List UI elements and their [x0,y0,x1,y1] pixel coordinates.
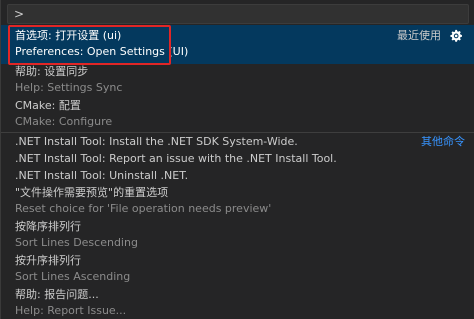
item-subtitle: CMake: Configure [15,115,113,128]
list-item-sort-ascending[interactable]: 按升序排列行 Sort Lines Ascending [1,253,474,287]
gear-icon[interactable] [449,29,463,43]
item-title: .NET Install Tool: Report an issue with … [15,152,337,165]
list-item-cmake-configure[interactable]: CMake: 配置 CMake: Configure [1,98,474,132]
list-item-open-settings-ui[interactable]: 首选项: 打开设置 (ui) Preferences: Open Setting… [1,25,474,64]
list-item-dotnet-uninstall[interactable]: .NET Install Tool: Uninstall .NET. [1,168,474,185]
item-title: 帮助: 设置同步 [15,65,89,78]
item-subtitle: Help: Report Issue... [15,304,127,317]
item-title: "文件操作需要预览"的重置选项 [15,186,169,199]
item-subtitle: Sort Lines Descending [15,236,138,249]
list-item-report-issue[interactable]: 帮助: 报告问题... Help: Report Issue... [1,287,474,319]
item-title: 按降序排列行 [15,220,81,233]
item-subtitle: Reset choice for 'File operation needs p… [15,202,272,215]
recently-used-label: 最近使用 [397,29,441,42]
section-divider [1,132,474,133]
list-item-sort-descending[interactable]: 按降序排列行 Sort Lines Descending [1,219,474,253]
item-title: .NET Install Tool: Uninstall .NET. [15,169,189,182]
list-item-settings-sync[interactable]: 帮助: 设置同步 Help: Settings Sync [1,64,474,98]
list-item-reset-file-preview[interactable]: "文件操作需要预览"的重置选项 Reset choice for 'File o… [1,185,474,219]
item-subtitle: Preferences: Open Settings (UI) [15,45,189,58]
command-input[interactable] [14,7,454,21]
item-title: 帮助: 报告问题... [15,288,99,301]
command-palette: 首选项: 打开设置 (ui) Preferences: Open Setting… [0,0,474,319]
item-title: 首选项: 打开设置 (ui) [15,29,122,42]
item-title: CMake: 配置 [15,99,81,112]
other-commands-label: 其他命令 [421,135,465,148]
item-subtitle: Help: Settings Sync [15,81,123,94]
list-item-dotnet-report-issue[interactable]: .NET Install Tool: Report an issue with … [1,151,474,168]
item-subtitle: Sort Lines Ascending [15,270,131,283]
command-input-container[interactable] [7,4,469,24]
item-title: 按升序排列行 [15,254,81,267]
item-title: .NET Install Tool: Install the .NET SDK … [15,135,298,148]
list-item-dotnet-install-sdk[interactable]: .NET Install Tool: Install the .NET SDK … [1,134,474,151]
